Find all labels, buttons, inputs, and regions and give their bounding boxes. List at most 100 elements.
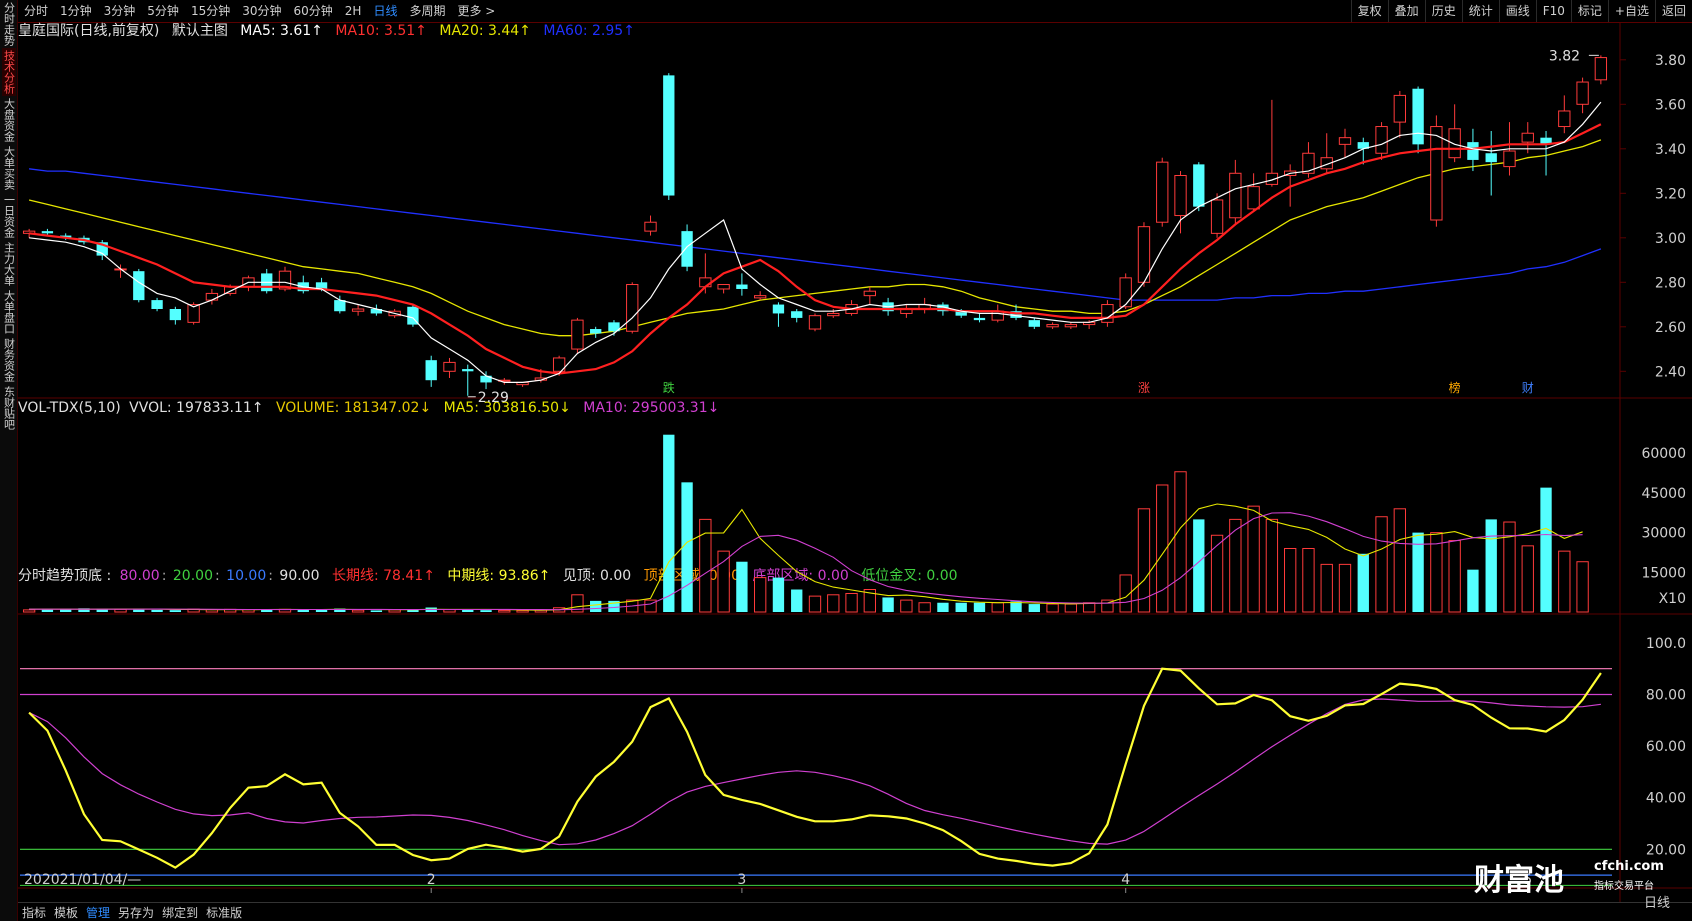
candle-body — [462, 369, 474, 372]
ind-tick-label: 40.00 — [1646, 791, 1686, 807]
candle-body — [1485, 153, 1497, 163]
volume-bar — [1448, 540, 1461, 613]
volume-bar — [717, 550, 730, 613]
volume-bar — [736, 561, 748, 612]
candle-body — [1174, 175, 1187, 217]
volume-bar — [590, 600, 602, 612]
ma20-line — [28, 139, 1602, 337]
vol-tick-label: X10 — [1659, 591, 1686, 607]
volume-bar — [808, 595, 822, 613]
candle-body — [41, 231, 54, 234]
candle-body — [754, 295, 767, 299]
candle-body — [443, 361, 456, 372]
bottom-button-1[interactable]: 模板 — [50, 904, 82, 921]
vol-tick-label: 30000 — [1641, 526, 1686, 542]
bottom-button-3[interactable]: 另存为 — [114, 904, 158, 921]
chart-canvas[interactable]: 3.80 3.60 3.40 3.20 3.00 2.80 2.60 2.40 60000 450… — [0, 0, 1692, 921]
vol-tick-label: 60000 — [1641, 446, 1686, 462]
watermark-site: cfchi.com — [1594, 859, 1664, 874]
candle-body — [1302, 152, 1315, 174]
volume-bar — [791, 589, 803, 612]
volume-bar — [1302, 547, 1315, 613]
candle-body — [663, 75, 675, 196]
volume-bar — [937, 602, 949, 612]
volume-bar — [1247, 505, 1260, 613]
date-start-label: 202021/01/04/— — [24, 872, 141, 888]
bottom-button-5[interactable]: 标准版 — [202, 904, 246, 921]
candle-body — [1558, 110, 1571, 128]
candle-body — [1430, 126, 1443, 221]
volume-bar — [845, 592, 858, 613]
ind-tick-label: 100.0 — [1646, 636, 1686, 652]
volume-bar — [754, 577, 767, 613]
event-marker: 涨 — [1138, 380, 1150, 395]
date-mark-label: 3 — [737, 872, 746, 888]
volume-bar — [1540, 487, 1552, 612]
volume-bar — [114, 608, 127, 613]
volume-bar — [1046, 603, 1059, 613]
volume-bar — [297, 609, 309, 612]
volume-bar — [60, 609, 72, 612]
volume-bar — [1338, 563, 1352, 613]
volume-bar — [1174, 471, 1187, 613]
bottom-button-4[interactable]: 绑定到 — [158, 904, 202, 921]
candle-body — [1393, 94, 1406, 123]
price-tick-label: 3.40 — [1655, 142, 1686, 158]
candle-body — [1193, 164, 1205, 207]
candle-body — [1247, 186, 1260, 210]
volume-bar — [1375, 516, 1388, 613]
candle-body — [644, 221, 657, 232]
volume-bar — [1265, 518, 1279, 613]
volume-bar — [516, 609, 529, 613]
candle-body — [334, 300, 346, 312]
volume-bar — [1064, 603, 1078, 613]
bottom-button-0[interactable]: 指标 — [18, 904, 50, 921]
candle-body — [791, 311, 803, 318]
vol-tick-label: 45000 — [1641, 486, 1686, 502]
price-tick-label: 3.80 — [1655, 53, 1686, 69]
candle-body — [1119, 277, 1132, 308]
volume-bar — [918, 602, 931, 613]
long-term-line — [28, 698, 1601, 846]
volume-bar — [151, 609, 163, 612]
volume-bar — [370, 610, 383, 612]
volume-bar — [22, 609, 36, 613]
volume-bar — [1521, 545, 1534, 613]
candle-body — [1046, 324, 1059, 328]
candle-body — [973, 317, 986, 321]
volume-bar — [991, 602, 1004, 613]
candle-body — [169, 309, 182, 321]
date-mark-label: 2 — [427, 872, 436, 888]
bottom-button-2[interactable]: 管理 — [82, 904, 114, 921]
period-tag: 日线 — [1644, 896, 1671, 911]
volume-bar — [498, 609, 511, 613]
high-annotation: 3.82 — [1549, 48, 1580, 64]
candle-body — [1064, 324, 1078, 328]
candle-body — [1210, 199, 1224, 234]
volume-bar — [882, 597, 894, 612]
volume-bar — [480, 610, 492, 612]
ind-tick-label: 20.00 — [1646, 842, 1686, 858]
candle-body — [571, 319, 584, 350]
candle-body — [1375, 126, 1388, 154]
volume-bar — [388, 609, 401, 613]
watermark-subtitle: 指标交易平台 — [1594, 881, 1654, 892]
candle-body — [772, 304, 785, 314]
ind-tick-label: 80.00 — [1646, 688, 1686, 704]
volume-bar — [973, 602, 986, 612]
watermark-brand: 财富池 — [1474, 863, 1564, 898]
candle-body — [425, 360, 437, 381]
volume-bar — [1210, 534, 1224, 613]
volume-bar — [351, 609, 365, 613]
price-tick-label: 3.60 — [1655, 97, 1686, 113]
candle-body — [1338, 137, 1352, 145]
candle-body — [863, 290, 876, 297]
candle-body — [1521, 132, 1534, 143]
volume-bar — [663, 434, 675, 612]
volume-bar — [1576, 561, 1589, 613]
volume-bar — [1082, 602, 1096, 613]
volume-bar — [1558, 550, 1571, 613]
ma10-line — [28, 123, 1602, 375]
volume-bar — [462, 609, 474, 612]
price-tick-label: 2.60 — [1655, 320, 1686, 336]
